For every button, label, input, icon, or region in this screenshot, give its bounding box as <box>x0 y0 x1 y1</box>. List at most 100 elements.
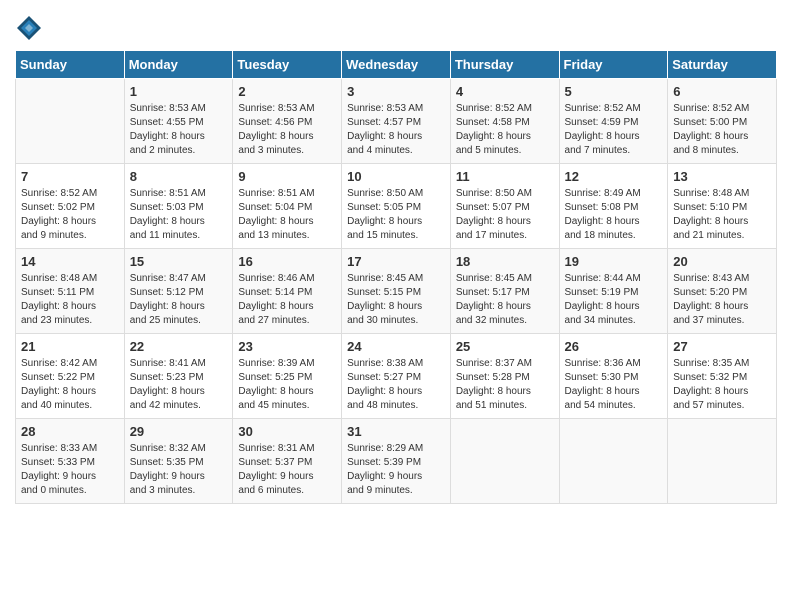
cell-info-text: Sunrise: 8:33 AM Sunset: 5:33 PM Dayligh… <box>21 442 120 498</box>
cell-info-text: Sunrise: 8:47 AM Sunset: 5:12 PM Dayligh… <box>130 272 229 328</box>
cell-date-number: 18 <box>456 254 555 269</box>
calendar-cell <box>559 419 668 504</box>
cell-info-text: Sunrise: 8:45 AM Sunset: 5:15 PM Dayligh… <box>347 272 446 328</box>
cell-date-number: 27 <box>673 339 772 354</box>
calendar-cell <box>16 79 125 164</box>
cell-info-text: Sunrise: 8:39 AM Sunset: 5:25 PM Dayligh… <box>238 357 337 413</box>
cell-info-text: Sunrise: 8:51 AM Sunset: 5:03 PM Dayligh… <box>130 187 229 243</box>
calendar-cell: 3 Sunrise: 8:53 AM Sunset: 4:57 PM Daylig… <box>342 79 451 164</box>
cell-date-number: 15 <box>130 254 229 269</box>
week-row-3: 14Sunrise: 8:48 AM Sunset: 5:11 PM Dayli… <box>16 249 777 334</box>
calendar-cell: 6 Sunrise: 8:52 AM Sunset: 5:00 PM Daylig… <box>668 79 777 164</box>
cell-info-text: Sunrise: 8:31 AM Sunset: 5:37 PM Dayligh… <box>238 442 337 498</box>
cell-date-number: 2 <box>238 84 337 99</box>
calendar-cell: 26 Sunrise: 8:36 AM Sunset: 5:30 PM Dayli… <box>559 334 668 419</box>
cell-date-number: 28 <box>21 424 120 439</box>
calendar-cell: 16 Sunrise: 8:46 AM Sunset: 5:14 PM Dayli… <box>233 249 342 334</box>
calendar-cell: 11 Sunrise: 8:50 AM Sunset: 5:07 PM Dayli… <box>450 164 559 249</box>
cell-date-number: 6 <box>673 84 772 99</box>
cell-info-text: Sunrise: 8:35 AM Sunset: 5:32 PM Dayligh… <box>673 357 772 413</box>
column-header-friday: Friday <box>559 51 668 79</box>
week-row-4: 21Sunrise: 8:42 AM Sunset: 5:22 PM Dayli… <box>16 334 777 419</box>
calendar-cell: 17 Sunrise: 8:45 AM Sunset: 5:15 PM Dayli… <box>342 249 451 334</box>
calendar-cell: 10Sunrise: 8:50 AM Sunset: 5:05 PM Dayli… <box>342 164 451 249</box>
calendar-cell: 4 Sunrise: 8:52 AM Sunset: 4:58 PM Daylig… <box>450 79 559 164</box>
calendar-cell: 27 Sunrise: 8:35 AM Sunset: 5:32 PM Dayli… <box>668 334 777 419</box>
calendar-cell: 22 Sunrise: 8:41 AM Sunset: 5:23 PM Dayli… <box>124 334 233 419</box>
cell-info-text: Sunrise: 8:48 AM Sunset: 5:10 PM Dayligh… <box>673 187 772 243</box>
cell-info-text: Sunrise: 8:37 AM Sunset: 5:28 PM Dayligh… <box>456 357 555 413</box>
cell-date-number: 12 <box>565 169 664 184</box>
cell-date-number: 4 <box>456 84 555 99</box>
cell-info-text: Sunrise: 8:41 AM Sunset: 5:23 PM Dayligh… <box>130 357 229 413</box>
cell-date-number: 9 <box>238 169 337 184</box>
cell-info-text: Sunrise: 8:53 AM Sunset: 4:56 PM Dayligh… <box>238 102 337 158</box>
week-row-2: 7 Sunrise: 8:52 AM Sunset: 5:02 PM Daylig… <box>16 164 777 249</box>
calendar-cell: 9 Sunrise: 8:51 AM Sunset: 5:04 PM Daylig… <box>233 164 342 249</box>
cell-date-number: 21 <box>21 339 120 354</box>
cell-info-text: Sunrise: 8:52 AM Sunset: 4:59 PM Dayligh… <box>565 102 664 158</box>
cell-info-text: Sunrise: 8:51 AM Sunset: 5:04 PM Dayligh… <box>238 187 337 243</box>
cell-info-text: Sunrise: 8:43 AM Sunset: 5:20 PM Dayligh… <box>673 272 772 328</box>
calendar-cell <box>450 419 559 504</box>
column-header-thursday: Thursday <box>450 51 559 79</box>
cell-date-number: 20 <box>673 254 772 269</box>
calendar-cell: 19Sunrise: 8:44 AM Sunset: 5:19 PM Dayli… <box>559 249 668 334</box>
calendar-cell: 28 Sunrise: 8:33 AM Sunset: 5:33 PM Dayli… <box>16 419 125 504</box>
cell-date-number: 17 <box>347 254 446 269</box>
calendar-cell: 13Sunrise: 8:48 AM Sunset: 5:10 PM Dayli… <box>668 164 777 249</box>
column-header-sunday: Sunday <box>16 51 125 79</box>
calendar-cell: 24Sunrise: 8:38 AM Sunset: 5:27 PM Dayli… <box>342 334 451 419</box>
cell-info-text: Sunrise: 8:49 AM Sunset: 5:08 PM Dayligh… <box>565 187 664 243</box>
cell-info-text: Sunrise: 8:52 AM Sunset: 4:58 PM Dayligh… <box>456 102 555 158</box>
calendar-cell <box>668 419 777 504</box>
cell-info-text: Sunrise: 8:50 AM Sunset: 5:07 PM Dayligh… <box>456 187 555 243</box>
calendar-cell: 20 Sunrise: 8:43 AM Sunset: 5:20 PM Dayli… <box>668 249 777 334</box>
cell-info-text: Sunrise: 8:46 AM Sunset: 5:14 PM Dayligh… <box>238 272 337 328</box>
cell-info-text: Sunrise: 8:53 AM Sunset: 4:55 PM Dayligh… <box>130 102 229 158</box>
cell-date-number: 3 <box>347 84 446 99</box>
calendar-cell: 14Sunrise: 8:48 AM Sunset: 5:11 PM Dayli… <box>16 249 125 334</box>
cell-date-number: 19 <box>565 254 664 269</box>
cell-date-number: 22 <box>130 339 229 354</box>
logo-icon <box>15 14 43 42</box>
cell-date-number: 11 <box>456 169 555 184</box>
week-row-1: 1 Sunrise: 8:53 AM Sunset: 4:55 PM Daylig… <box>16 79 777 164</box>
calendar-cell: 23 Sunrise: 8:39 AM Sunset: 5:25 PM Dayli… <box>233 334 342 419</box>
cell-date-number: 16 <box>238 254 337 269</box>
cell-info-text: Sunrise: 8:45 AM Sunset: 5:17 PM Dayligh… <box>456 272 555 328</box>
cell-date-number: 30 <box>238 424 337 439</box>
column-header-monday: Monday <box>124 51 233 79</box>
cell-info-text: Sunrise: 8:53 AM Sunset: 4:57 PM Dayligh… <box>347 102 446 158</box>
calendar-cell: 1 Sunrise: 8:53 AM Sunset: 4:55 PM Daylig… <box>124 79 233 164</box>
calendar-cell: 12 Sunrise: 8:49 AM Sunset: 5:08 PM Dayli… <box>559 164 668 249</box>
cell-date-number: 26 <box>565 339 664 354</box>
calendar-cell: 18 Sunrise: 8:45 AM Sunset: 5:17 PM Dayli… <box>450 249 559 334</box>
cell-info-text: Sunrise: 8:38 AM Sunset: 5:27 PM Dayligh… <box>347 357 446 413</box>
calendar-cell: 7 Sunrise: 8:52 AM Sunset: 5:02 PM Daylig… <box>16 164 125 249</box>
cell-date-number: 31 <box>347 424 446 439</box>
cell-info-text: Sunrise: 8:50 AM Sunset: 5:05 PM Dayligh… <box>347 187 446 243</box>
cell-date-number: 7 <box>21 169 120 184</box>
week-row-5: 28 Sunrise: 8:33 AM Sunset: 5:33 PM Dayli… <box>16 419 777 504</box>
cell-date-number: 8 <box>130 169 229 184</box>
calendar-cell: 2 Sunrise: 8:53 AM Sunset: 4:56 PM Daylig… <box>233 79 342 164</box>
cell-info-text: Sunrise: 8:36 AM Sunset: 5:30 PM Dayligh… <box>565 357 664 413</box>
calendar-table: SundayMondayTuesdayWednesdayThursdayFrid… <box>15 50 777 504</box>
cell-date-number: 1 <box>130 84 229 99</box>
cell-info-text: Sunrise: 8:52 AM Sunset: 5:02 PM Dayligh… <box>21 187 120 243</box>
cell-date-number: 25 <box>456 339 555 354</box>
calendar-cell: 5 Sunrise: 8:52 AM Sunset: 4:59 PM Daylig… <box>559 79 668 164</box>
calendar-cell: 25 Sunrise: 8:37 AM Sunset: 5:28 PM Dayli… <box>450 334 559 419</box>
calendar-cell: 31 Sunrise: 8:29 AM Sunset: 5:39 PM Dayli… <box>342 419 451 504</box>
cell-date-number: 14 <box>21 254 120 269</box>
cell-info-text: Sunrise: 8:32 AM Sunset: 5:35 PM Dayligh… <box>130 442 229 498</box>
page-header <box>15 10 777 42</box>
cell-info-text: Sunrise: 8:29 AM Sunset: 5:39 PM Dayligh… <box>347 442 446 498</box>
cell-info-text: Sunrise: 8:52 AM Sunset: 5:00 PM Dayligh… <box>673 102 772 158</box>
calendar-cell: 8 Sunrise: 8:51 AM Sunset: 5:03 PM Daylig… <box>124 164 233 249</box>
calendar-cell: 29Sunrise: 8:32 AM Sunset: 5:35 PM Dayli… <box>124 419 233 504</box>
cell-date-number: 23 <box>238 339 337 354</box>
logo <box>15 14 47 42</box>
cell-date-number: 5 <box>565 84 664 99</box>
